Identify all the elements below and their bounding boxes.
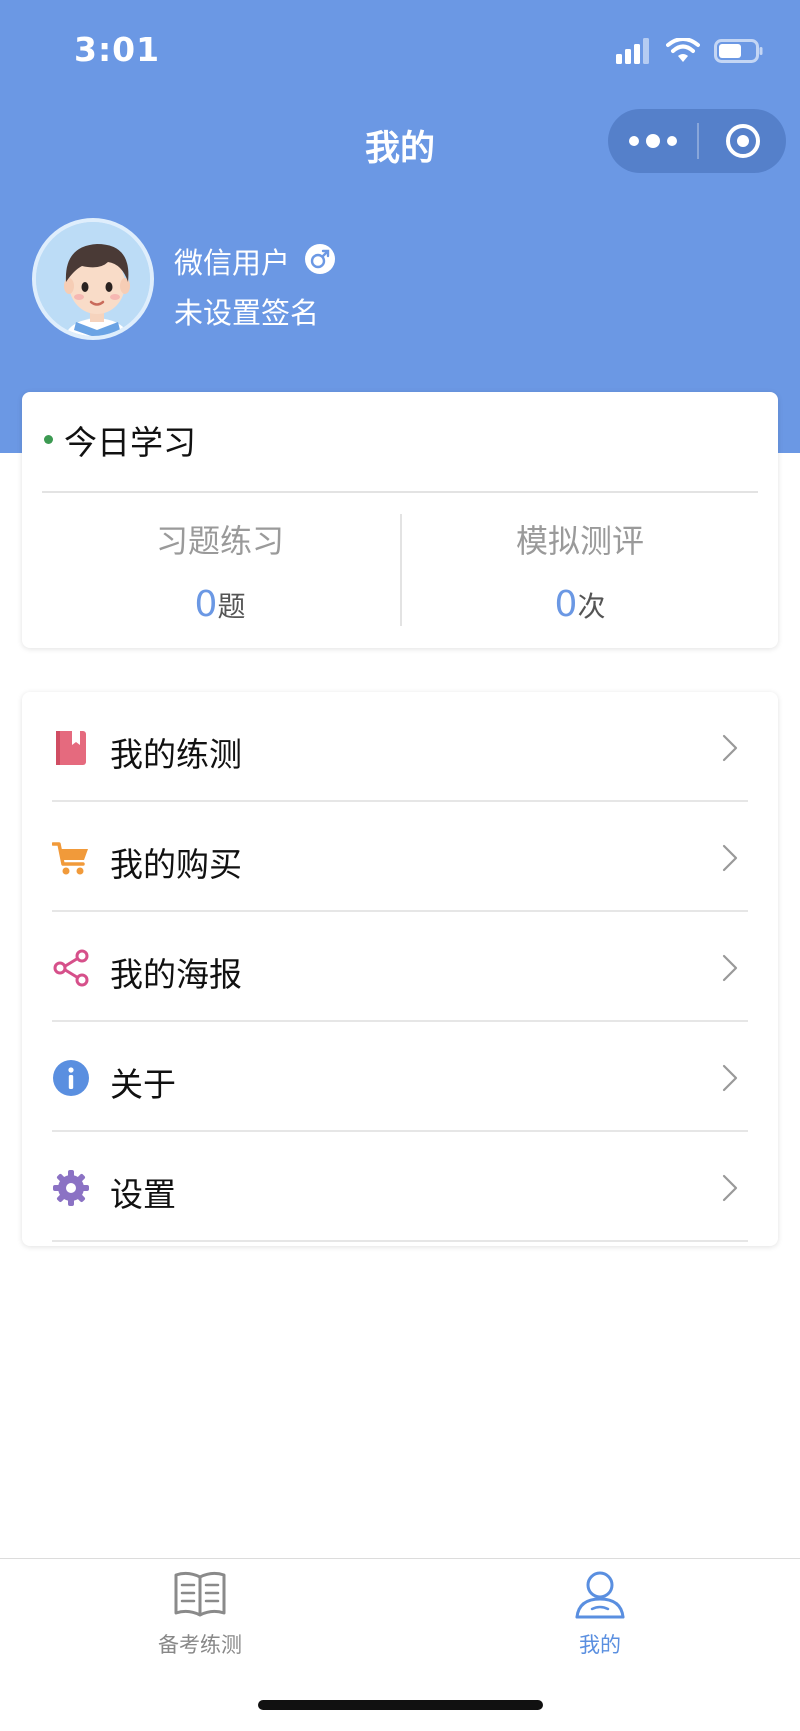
stat-label: 习题练习 [155,522,284,560]
chevron-right-icon [722,844,738,872]
person-icon [575,1571,625,1619]
cart-icon [52,842,88,875]
stat-unit: 题 [217,590,246,623]
menu-item-about[interactable]: 关于 [22,1022,778,1132]
status-icons [616,36,764,66]
today-study-title: 今日学习 [64,423,196,462]
menu-item-my-purchases[interactable]: 我的购买 [22,802,778,912]
menu-item-my-posters[interactable]: 我的海报 [22,912,778,1022]
divider [42,491,758,493]
chevron-right-icon [722,1174,738,1202]
user-signature: 未设置签名 [174,296,320,330]
menu-list: 我的练测 我的购买 我的海报 关于 设置 [22,692,778,1246]
user-name: 微信用户 [174,246,291,280]
menu-item-label: 关于 [110,1065,176,1104]
gear-icon [53,1170,89,1206]
mini-program-capsule [608,109,786,173]
menu-item-label: 设置 [110,1175,176,1214]
status-time: 3:01 [74,30,161,69]
exercise-stat[interactable]: 习题练习 0题 [42,516,398,625]
stat-value: 0题 [42,584,398,625]
tab-practice[interactable]: 备考练测 [100,1569,300,1659]
stat-unit: 次 [577,590,606,623]
target-icon [725,124,760,158]
chevron-right-icon [722,734,738,762]
menu-item-label: 我的练测 [110,735,242,774]
divider [52,1240,748,1242]
chevron-right-icon [722,1064,738,1092]
avatar[interactable] [32,218,154,340]
wifi-icon [666,38,700,62]
stat-number: 0 [554,584,578,625]
menu-item-label: 我的购买 [110,845,242,884]
book-icon [56,731,86,765]
tab-label: 备考练测 [158,1633,242,1657]
stat-label: 模拟测评 [515,522,644,560]
today-study-card: 今日学习 习题练习 0题 模拟测评 0次 [22,392,778,648]
chevron-right-icon [722,954,738,982]
signal-icon [616,38,649,64]
menu-item-label: 我的海报 [110,955,242,994]
info-icon [53,1060,89,1096]
title-dot [44,435,53,444]
open-book-icon [174,1571,226,1617]
tab-label: 我的 [579,1633,621,1657]
close-program-button[interactable] [699,109,786,173]
stat-number: 0 [194,584,218,625]
menu-item-settings[interactable]: 设置 [22,1132,778,1242]
mock-test-stat[interactable]: 模拟测评 0次 [402,516,758,625]
male-gender-icon [305,244,335,274]
menu-item-my-practice[interactable]: 我的练测 [22,692,778,802]
home-indicator[interactable] [258,1700,543,1710]
tab-mine[interactable]: 我的 [500,1569,700,1659]
share-icon [53,949,89,987]
battery-icon [714,39,763,63]
more-menu-button[interactable] [608,109,697,173]
stat-value: 0次 [402,584,758,625]
